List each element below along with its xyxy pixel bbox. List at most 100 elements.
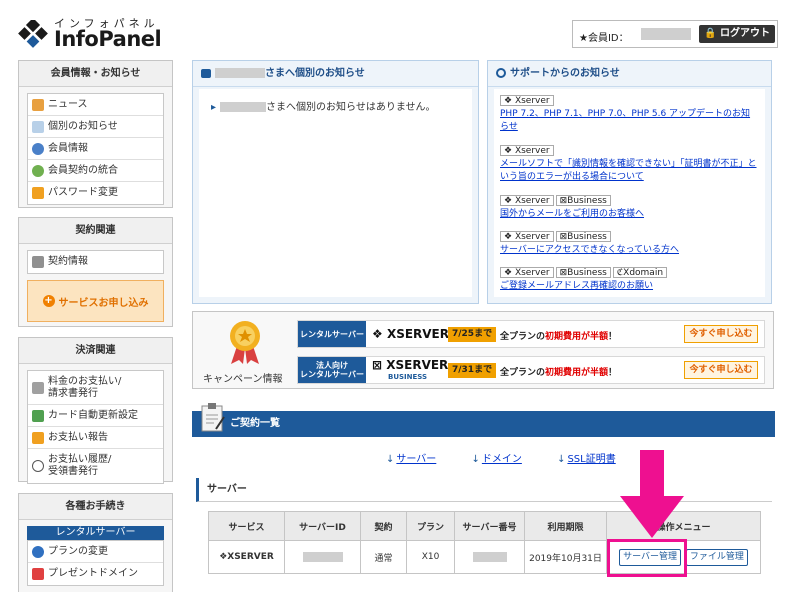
file-manage-button[interactable]: ファイル管理 xyxy=(685,548,748,566)
member-id-masked xyxy=(641,28,691,40)
sidebar-rental-server-header: レンタルサーバー xyxy=(27,526,164,540)
sidebar-item-plan-change[interactable]: プランの変更 xyxy=(28,541,163,563)
user-icon xyxy=(32,142,44,155)
personal-notice-message: ▸ さまへ個別のお知らせはありません。 xyxy=(211,102,436,113)
arrow-down-icon: ↓ xyxy=(386,454,395,465)
sidebar-member-section: 会員情報・お知らせ ニュース 個別のお知らせ 会員情報 会員契約の統合 パスワー… xyxy=(18,60,173,208)
sidebar-payment-title: 決済関連 xyxy=(19,338,172,364)
server-subheading: サーバー xyxy=(196,478,772,502)
anchor-domain[interactable]: ↓ ドメイン xyxy=(471,454,537,465)
support-item: ❖ Xserver PHP 7.2、PHP 7.1、PHP 7.0、PHP 5.… xyxy=(500,95,759,134)
cell-contract: 通常 xyxy=(360,540,407,574)
col-contract: 契約 xyxy=(360,511,407,541)
col-server-number: サーバー番号 xyxy=(454,511,525,541)
notice-icon xyxy=(32,120,44,133)
sidebar-payment-list: 料金のお支払い/ 請求書発行 カード自動更新設定 お支払い報告 お支払い履歴/ … xyxy=(27,370,164,484)
campaign-type-badge: レンタルサーバー xyxy=(298,321,366,347)
support-item-link[interactable]: 国外からメールをご利用のお客様へ xyxy=(500,208,759,221)
lock-icon: 🔒 xyxy=(704,28,717,39)
tag-xserver: ❖ Xserver xyxy=(500,145,554,156)
campaign-deadline: 7/25まで xyxy=(448,327,497,342)
cell-server-number xyxy=(454,540,525,574)
apply-now-button[interactable]: 今すぐ申し込む xyxy=(684,361,758,379)
sidebar-item-payment-history[interactable]: お支払い履歴/ 受領書発行 xyxy=(28,449,163,483)
tag-xserver: ❖ Xserver xyxy=(500,267,554,278)
sidebar-item-personal-notice[interactable]: 個別のお知らせ xyxy=(28,116,163,138)
arrow-down-icon: ↓ xyxy=(557,454,566,465)
support-notice-title: サポートからのお知らせ xyxy=(488,61,771,87)
clock-icon xyxy=(32,460,44,472)
tag-business: ⊠Business xyxy=(555,267,611,278)
campaign-panel: キャンペーン情報 レンタルサーバー ❖ XSERVER 7/25まで 全プランの… xyxy=(192,311,774,389)
support-item: ❖ Xserver ⊠Business サーバーにアクセスできなくなっている方へ xyxy=(500,231,759,257)
xserver-business-logo: ⊠ XSERVER BUSINESS xyxy=(372,358,449,381)
logout-button[interactable]: 🔒 ログアウト xyxy=(699,25,775,43)
support-item-link[interactable]: メールソフトで「識別情報を確認できない」「証明書が不正」という旨のエラーが出る場… xyxy=(500,158,759,184)
plus-icon: + xyxy=(42,295,55,307)
cell-expiry: 2019年10月31日 xyxy=(524,540,607,574)
pink-arrow-annotation xyxy=(620,450,684,538)
cell-plan: X10 xyxy=(406,540,455,574)
sidebar-contract-list: 契約情報 xyxy=(27,250,164,274)
service-apply-label: サービスお申し込み xyxy=(58,297,149,309)
padlock-icon xyxy=(32,187,44,199)
cell-server-id xyxy=(284,540,361,574)
sidebar-procedures-section: 各種お手続き レンタルサーバー プランの変更 プレゼントドメイン xyxy=(18,493,173,592)
tag-xserver: ❖ Xserver xyxy=(500,195,554,206)
contract-anchor-links: ↓ サーバー ↓ ドメイン ↓ SSL証明書 xyxy=(386,450,648,465)
support-item: ❖ Xserver ⊠Business 国外からメールをご利用のお客様へ xyxy=(500,195,759,221)
member-id-box: ★会員ID： 🔒 ログアウト xyxy=(572,20,778,48)
sidebar-item-contract-info[interactable]: 契約情報 xyxy=(28,251,163,273)
sidebar-procedures-list: プランの変更 プレゼントドメイン xyxy=(27,540,164,586)
tag-xserver: ❖ Xserver xyxy=(500,95,554,106)
sidebar-member-title: 会員情報・お知らせ xyxy=(19,61,172,87)
member-name-masked xyxy=(215,68,265,78)
campaign-row-business: 法人向け レンタルサーバー ⊠ XSERVER BUSINESS 7/31まで 全… xyxy=(297,356,765,384)
sidebar-contract-section: 契約関連 契約情報 + サービスお申し込み xyxy=(18,217,173,327)
col-service: サービス xyxy=(208,511,285,541)
anchor-server[interactable]: ↓ サーバー xyxy=(386,454,452,465)
apply-now-button[interactable]: 今すぐ申し込む xyxy=(684,325,758,343)
sidebar-item-merge-contract[interactable]: 会員契約の統合 xyxy=(28,160,163,182)
personal-notice-title: さまへ個別のお知らせ xyxy=(193,61,478,87)
speech-bubble-icon xyxy=(201,68,211,78)
news-icon xyxy=(32,98,44,111)
support-item: ❖ Xserver ⊠Business ℭXdomain ご登録メールアドレス再確認… xyxy=(500,267,759,293)
swap-arrows-icon xyxy=(32,545,44,558)
campaign-deadline: 7/31まで xyxy=(448,363,497,378)
sidebar-item-auto-renew[interactable]: カード自動更新設定 xyxy=(28,405,163,427)
tag-xserver: ❖ Xserver xyxy=(500,231,554,242)
medal-icon xyxy=(230,321,260,364)
sidebar-item-password[interactable]: パスワード変更 xyxy=(28,182,163,204)
tag-business: ⊠Business xyxy=(555,231,611,242)
service-apply-button[interactable]: + サービスお申し込み xyxy=(27,280,164,322)
xserver-logo: ❖ XSERVER xyxy=(372,327,449,341)
support-item-link[interactable]: PHP 7.2、PHP 7.1、PHP 7.0、PHP 5.6 アップデートのお… xyxy=(500,108,759,134)
personal-notice-panel: さまへ個別のお知らせ ▸ さまへ個別のお知らせはありません。 xyxy=(192,60,479,304)
sidebar-item-news[interactable]: ニュース xyxy=(28,94,163,116)
col-server-id: サーバーID xyxy=(284,511,361,541)
clipboard-icon xyxy=(201,403,225,432)
support-item-link[interactable]: ご登録メールアドレス再確認のお願い xyxy=(500,280,759,293)
support-notice-body: ❖ Xserver PHP 7.2、PHP 7.1、PHP 7.0、PHP 5.… xyxy=(494,89,765,297)
campaign-type-badge: 法人向け レンタルサーバー xyxy=(298,357,366,383)
campaign-message: 全プランの初期費用が半額！ xyxy=(500,368,618,378)
sidebar-item-payment[interactable]: 料金のお支払い/ 請求書発行 xyxy=(28,371,163,405)
bullet-triangle-icon: ▸ xyxy=(211,102,217,113)
sidebar-item-payment-report[interactable]: お支払い報告 xyxy=(28,427,163,449)
users-merge-icon xyxy=(32,164,44,177)
server-manage-highlight-box xyxy=(607,539,687,577)
cell-service: ❖XSERVER xyxy=(208,540,285,574)
contract-list-header: ご契約一覧 xyxy=(192,411,775,437)
support-item-link[interactable]: サーバーにアクセスできなくなっている方へ xyxy=(500,244,759,257)
sidebar-procedures-title: 各種お手続き xyxy=(19,494,172,520)
personal-notice-body: ▸ さまへ個別のお知らせはありません。 xyxy=(199,89,472,297)
tag-xdomain: ℭXdomain xyxy=(612,267,668,278)
infopanel-logo[interactable]: インフォパネル InfoPanel xyxy=(18,14,168,54)
logo-title: InfoPanel xyxy=(54,27,162,51)
gift-icon xyxy=(32,568,44,580)
calculator-icon xyxy=(32,381,44,394)
support-notice-panel: サポートからのお知らせ ❖ Xserver PHP 7.2、PHP 7.1、PH… xyxy=(487,60,772,304)
sidebar-item-member-info[interactable]: 会員情報 xyxy=(28,138,163,160)
sidebar-item-present-domain[interactable]: プレゼントドメイン xyxy=(28,563,163,585)
